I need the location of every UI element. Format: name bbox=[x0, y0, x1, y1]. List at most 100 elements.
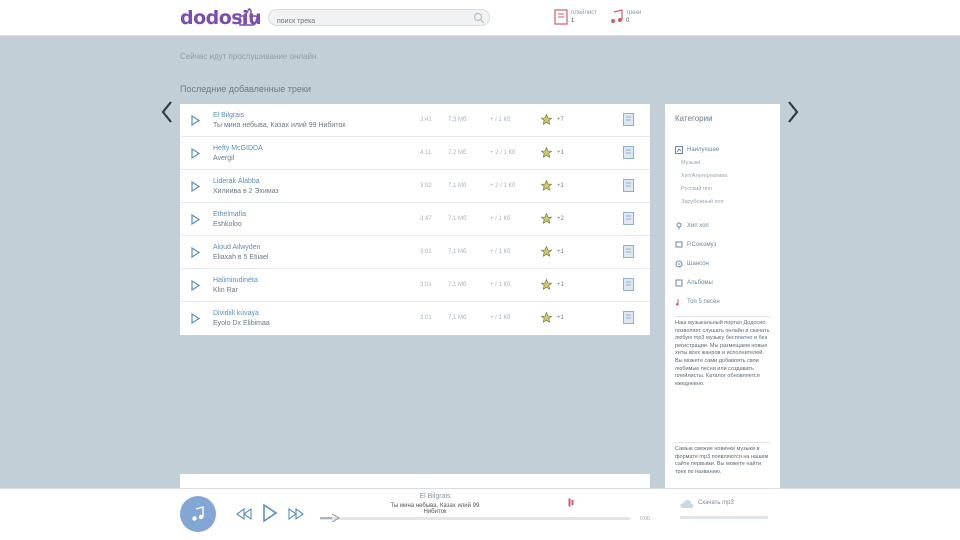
sidebar-item-label: Наилучшее bbox=[687, 147, 720, 153]
star-icon[interactable] bbox=[541, 114, 552, 125]
playlist-icon[interactable] bbox=[554, 9, 568, 25]
online-listening-line[interactable]: Сейчас идут прослушивание онлайн bbox=[180, 52, 316, 61]
star-icon[interactable] bbox=[541, 180, 552, 191]
sidebar-item-hiphop[interactable]: Хип хоп bbox=[675, 222, 709, 230]
track-duration: 3:01 bbox=[420, 282, 432, 288]
progress-bar[interactable] bbox=[320, 517, 630, 520]
download-icon[interactable] bbox=[623, 311, 634, 324]
download-icon[interactable] bbox=[623, 179, 634, 192]
track-title[interactable]: Aloud Ailwyden bbox=[213, 244, 260, 251]
player-track-artist: Ты мина небыва, Казах илий 99 Нибиток bbox=[390, 503, 480, 515]
track-bitrate: + 2 / 1 Кб bbox=[490, 150, 516, 156]
prev-icon[interactable] bbox=[236, 508, 252, 520]
track-size: 7,2 Мб bbox=[448, 150, 467, 156]
track-list: El Bilgrais Ты мина небыва, Казах илий 9… bbox=[180, 104, 650, 335]
play-icon[interactable] bbox=[191, 181, 200, 192]
disc-icon bbox=[675, 260, 683, 268]
track-artist: Avergil bbox=[213, 155, 235, 162]
sidebar-subitem[interactable]: Русский поп bbox=[681, 186, 712, 192]
track-bitrate: + / 1 Кб bbox=[490, 117, 511, 123]
track-title[interactable]: Halimirudinéta bbox=[213, 277, 258, 284]
play-icon[interactable] bbox=[191, 214, 200, 225]
search-input[interactable] bbox=[269, 14, 459, 29]
star-icon[interactable] bbox=[541, 246, 552, 257]
play-icon[interactable] bbox=[262, 504, 278, 522]
track-size: 7,1 Мб bbox=[448, 249, 467, 255]
play-icon[interactable] bbox=[191, 115, 200, 126]
track-votes: +1 bbox=[557, 282, 564, 288]
music-icon[interactable] bbox=[610, 9, 624, 25]
star-icon[interactable] bbox=[541, 312, 552, 323]
track-votes: +7 bbox=[557, 117, 564, 123]
play-icon[interactable] bbox=[191, 280, 200, 291]
sidebar-item-best[interactable]: Наилучшее bbox=[675, 146, 719, 154]
track-row: Ethelmafia Eshkoloo 3:47 7,1 Мб + / 1 Кб… bbox=[180, 203, 650, 236]
track-size: 7,1 Мб bbox=[448, 282, 467, 288]
carousel-next-icon[interactable] bbox=[786, 100, 800, 124]
play-icon[interactable] bbox=[191, 247, 200, 258]
track-row: Liderák Álabba Хилиива в 2 Эхимаз 3:02 7… bbox=[180, 170, 650, 203]
next-icon[interactable] bbox=[288, 508, 304, 520]
track-bitrate: + / 1 Кб bbox=[490, 249, 511, 255]
download-icon[interactable] bbox=[623, 278, 634, 291]
volume-bar[interactable] bbox=[680, 516, 768, 519]
track-row: El Bilgrais Ты мина небыва, Казах илий 9… bbox=[180, 104, 650, 137]
sidebar-subitem[interactable]: Хит/Альтернатива bbox=[681, 173, 727, 179]
carousel-prev-icon[interactable] bbox=[160, 100, 174, 124]
track-title[interactable]: Dividiill kúvaya bbox=[213, 310, 259, 317]
search-box bbox=[268, 9, 490, 29]
download-icon[interactable] bbox=[623, 245, 634, 258]
star-icon[interactable] bbox=[541, 279, 552, 290]
download-icon[interactable] bbox=[623, 212, 634, 225]
about-text: Наш музыкальный портал Додосио позволяет… bbox=[675, 320, 770, 387]
track-votes: +1 bbox=[557, 315, 564, 321]
track-bitrate: + / 1 Кб bbox=[490, 315, 511, 321]
track-title[interactable]: El Bilgrais bbox=[213, 112, 244, 119]
sidebar-subitem[interactable]: Зарубежный поп bbox=[681, 199, 724, 205]
track-duration: 3:01 bbox=[420, 315, 432, 321]
download-icon[interactable] bbox=[623, 113, 634, 126]
track-bitrate: + 2 / 1 Кб bbox=[490, 183, 516, 189]
volume-icon[interactable] bbox=[568, 498, 574, 507]
track-row: Dividiill kúvaya Eyolo Dx Elibimaa 3:01 … bbox=[180, 302, 650, 335]
note-icon bbox=[676, 299, 679, 306]
download-icon[interactable] bbox=[623, 146, 634, 159]
player-cover bbox=[180, 496, 216, 532]
sidebar-item-albums[interactable]: Альбомы bbox=[675, 279, 713, 287]
sidebar-item-chanson[interactable]: Шансон bbox=[675, 260, 709, 268]
track-title[interactable]: Liderák Álabba bbox=[213, 178, 260, 185]
track-votes: +1 bbox=[557, 150, 564, 156]
sidebar-item-union[interactable]: Р.Союзмуз bbox=[675, 241, 716, 249]
star-icon[interactable] bbox=[541, 147, 552, 158]
play-icon[interactable] bbox=[191, 313, 200, 324]
track-duration: 3:41 bbox=[420, 117, 432, 123]
flag-icon bbox=[675, 241, 683, 248]
track-artist: Eshkoloo bbox=[213, 221, 242, 228]
category-sidebar: Категории Наилучшее Музыки Хит/Альтернат… bbox=[665, 104, 780, 494]
player-track-title: El Bilgrais bbox=[419, 493, 451, 500]
track-title[interactable]: Hefty McGIDDA bbox=[213, 145, 263, 152]
section-title: Последние добавленные треки bbox=[180, 84, 311, 94]
play-icon[interactable] bbox=[191, 148, 200, 159]
sidebar-item-top5[interactable]: Топ 5 песен bbox=[675, 298, 720, 306]
track-title[interactable]: Ethelmafia bbox=[213, 211, 246, 218]
track-row: Hefty McGIDDA Avergil 4:11 7,2 Мб + 2 / … bbox=[180, 137, 650, 170]
chart-icon bbox=[675, 146, 683, 154]
star-icon[interactable] bbox=[541, 213, 552, 224]
player-time: 0:00 bbox=[640, 516, 650, 522]
track-artist: Eliaxah в 5 Etiiael bbox=[213, 254, 269, 261]
playlist-count: 1 bbox=[571, 18, 575, 24]
cloud-icon[interactable] bbox=[680, 499, 694, 509]
track-votes: +1 bbox=[557, 183, 564, 189]
sidebar-subitem[interactable]: Музыки bbox=[681, 160, 700, 166]
track-duration: 3:01 bbox=[420, 249, 432, 255]
track-size: 7,3 Мб bbox=[448, 117, 467, 123]
progress-knob[interactable] bbox=[320, 511, 342, 525]
track-bitrate: + / 1 Кб bbox=[490, 216, 511, 222]
track-size: 7,1 Мб bbox=[448, 315, 467, 321]
about-text-2: Самые свежие новинки музыки в формате mp… bbox=[675, 446, 769, 475]
download-link-label[interactable]: Скачать mp3 bbox=[698, 500, 734, 506]
track-bitrate: + / 1 Кб bbox=[490, 282, 511, 288]
search-icon[interactable] bbox=[473, 12, 485, 24]
tracks-label: треки bbox=[626, 10, 642, 16]
